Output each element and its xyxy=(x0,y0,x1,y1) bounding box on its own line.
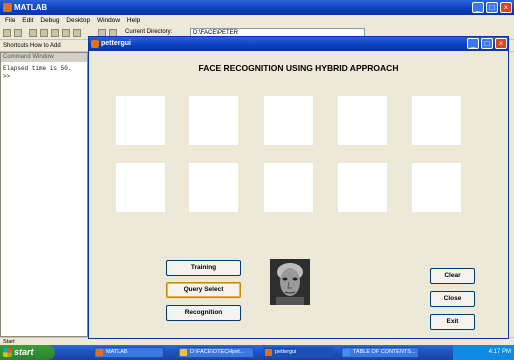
clock[interactable]: 4:17 PM xyxy=(489,349,511,355)
result-image-2 xyxy=(189,96,238,145)
matlab-title-bar[interactable]: MATLAB xyxy=(0,0,514,15)
face-photo-icon xyxy=(270,259,310,305)
query-select-button[interactable]: Query Select xyxy=(166,282,241,298)
result-image-10 xyxy=(412,163,461,212)
taskbar-item-document[interactable]: TABLE OF CONTENTS... xyxy=(341,347,419,358)
pettergui-window: pettergui _ □ × FACE RECOGNITION USING H… xyxy=(88,36,509,339)
copy-icon[interactable] xyxy=(40,29,48,37)
taskbar-item-pettergui[interactable]: pettergui xyxy=(263,347,333,358)
command-output-line: Elapsed time is 50. xyxy=(3,65,72,72)
menu-file[interactable]: File xyxy=(5,15,15,26)
pettergui-title: pettergui xyxy=(101,40,131,47)
result-image-3 xyxy=(264,96,313,145)
clear-button[interactable]: Clear xyxy=(430,268,475,284)
matlab-figure-icon xyxy=(91,40,99,48)
taskbar xyxy=(0,345,514,360)
result-image-6 xyxy=(116,163,165,212)
result-image-1 xyxy=(116,96,165,145)
command-prompt[interactable]: >> xyxy=(3,73,10,80)
menu-desktop[interactable]: Desktop xyxy=(66,15,90,26)
menu-edit[interactable]: Edit xyxy=(22,15,33,26)
menu-debug[interactable]: Debug xyxy=(40,15,59,26)
maximize-icon[interactable]: □ xyxy=(486,2,498,13)
page-title: FACE RECOGNITION USING HYBRID APPROACH xyxy=(198,63,399,73)
taskbar-item-matlab[interactable]: MATLAB xyxy=(94,347,164,358)
query-face-image xyxy=(270,259,310,305)
new-file-icon[interactable] xyxy=(3,29,11,37)
windows-logo-icon xyxy=(3,348,12,357)
pettergui-title-bar[interactable]: pettergui xyxy=(89,37,508,51)
exit-button[interactable]: Exit xyxy=(430,314,475,330)
open-file-icon[interactable] xyxy=(14,29,22,37)
current-directory-label: Current Directory: xyxy=(125,29,173,35)
gui-maximize-icon[interactable]: □ xyxy=(481,38,493,49)
paste-icon[interactable] xyxy=(51,29,59,37)
close-button[interactable]: Close xyxy=(430,291,475,307)
matlab-logo-icon xyxy=(3,3,12,12)
taskbar-item-folder[interactable]: D:\FACE\OTECHpet... xyxy=(178,347,254,358)
gui-close-icon[interactable]: × xyxy=(495,38,507,49)
menu-help[interactable]: Help xyxy=(127,15,140,26)
close-icon[interactable]: × xyxy=(500,2,512,13)
system-tray: 4:17 PM xyxy=(453,345,514,360)
redo-icon[interactable] xyxy=(73,29,81,37)
result-image-9 xyxy=(338,163,387,212)
command-window-title: Command Window xyxy=(1,53,87,62)
result-image-8 xyxy=(264,163,313,212)
cut-icon[interactable] xyxy=(29,29,37,37)
gui-minimize-icon[interactable]: _ xyxy=(467,38,479,49)
minimize-icon[interactable]: _ xyxy=(472,2,484,13)
pettergui-task-icon xyxy=(265,349,272,356)
menu-bar: File Edit Debug Desktop Window Help xyxy=(0,15,514,26)
training-button[interactable]: Training xyxy=(166,260,241,276)
result-image-7 xyxy=(189,163,238,212)
folder-task-icon xyxy=(180,349,187,356)
result-image-4 xyxy=(338,96,387,145)
matlab-title: MATLAB xyxy=(14,3,48,12)
menu-window[interactable]: Window xyxy=(97,15,120,26)
matlab-task-icon xyxy=(96,349,103,356)
command-window[interactable]: Command Window Elapsed time is 50. >> xyxy=(0,52,88,337)
undo-icon[interactable] xyxy=(62,29,70,37)
result-image-5 xyxy=(412,96,461,145)
document-task-icon xyxy=(343,349,350,356)
recognition-button[interactable]: Recognition xyxy=(166,305,241,321)
